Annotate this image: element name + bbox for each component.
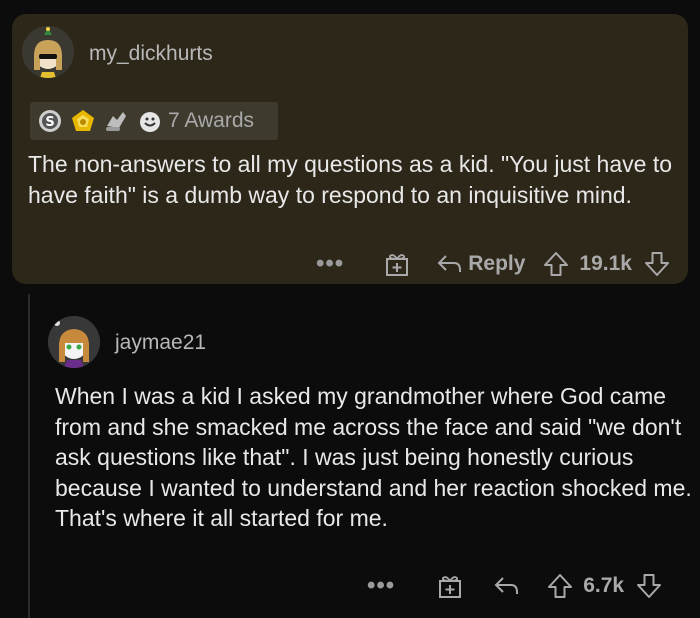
vote-score: 19.1k bbox=[579, 252, 632, 275]
reply-button[interactable]: Reply bbox=[468, 252, 525, 276]
comment-username[interactable]: jaymae21 bbox=[115, 331, 206, 355]
more-options-icon[interactable]: ••• bbox=[316, 250, 344, 278]
comment-actions: ••• Reply 19.1k bbox=[316, 250, 670, 278]
comment-body: The non-answers to all my questions as a… bbox=[28, 151, 672, 208]
thread-line[interactable] bbox=[28, 294, 30, 618]
user-avatar[interactable] bbox=[48, 316, 100, 368]
upvote-icon[interactable] bbox=[547, 573, 573, 599]
awards-count: 7 Awards bbox=[168, 109, 254, 132]
helpful-award-icon bbox=[103, 108, 129, 134]
reply-icon[interactable] bbox=[436, 253, 462, 275]
svg-text:S: S bbox=[45, 115, 54, 130]
snoo-avatar-icon bbox=[48, 316, 100, 368]
give-award-icon[interactable] bbox=[437, 573, 463, 599]
reply-icon[interactable] bbox=[493, 575, 519, 597]
give-award-icon[interactable] bbox=[384, 251, 410, 277]
gold-award-icon bbox=[70, 108, 96, 134]
comment-body: When I was a kid I asked my grandmother … bbox=[55, 383, 692, 531]
snoo-avatar-icon bbox=[22, 26, 74, 78]
comment-actions: ••• 6.7k bbox=[367, 572, 662, 600]
downvote-icon[interactable] bbox=[644, 251, 670, 277]
user-avatar[interactable] bbox=[22, 26, 74, 78]
awards-bar[interactable]: S 7 Awards bbox=[30, 102, 278, 140]
upvote-icon[interactable] bbox=[543, 251, 569, 277]
comment-username[interactable]: my_dickhurts bbox=[89, 42, 213, 66]
vote-score: 6.7k bbox=[583, 574, 625, 597]
wholesome-award-icon bbox=[136, 108, 162, 134]
silver-award-icon: S bbox=[37, 108, 63, 134]
more-options-icon[interactable]: ••• bbox=[367, 572, 395, 600]
downvote-icon[interactable] bbox=[636, 573, 662, 599]
